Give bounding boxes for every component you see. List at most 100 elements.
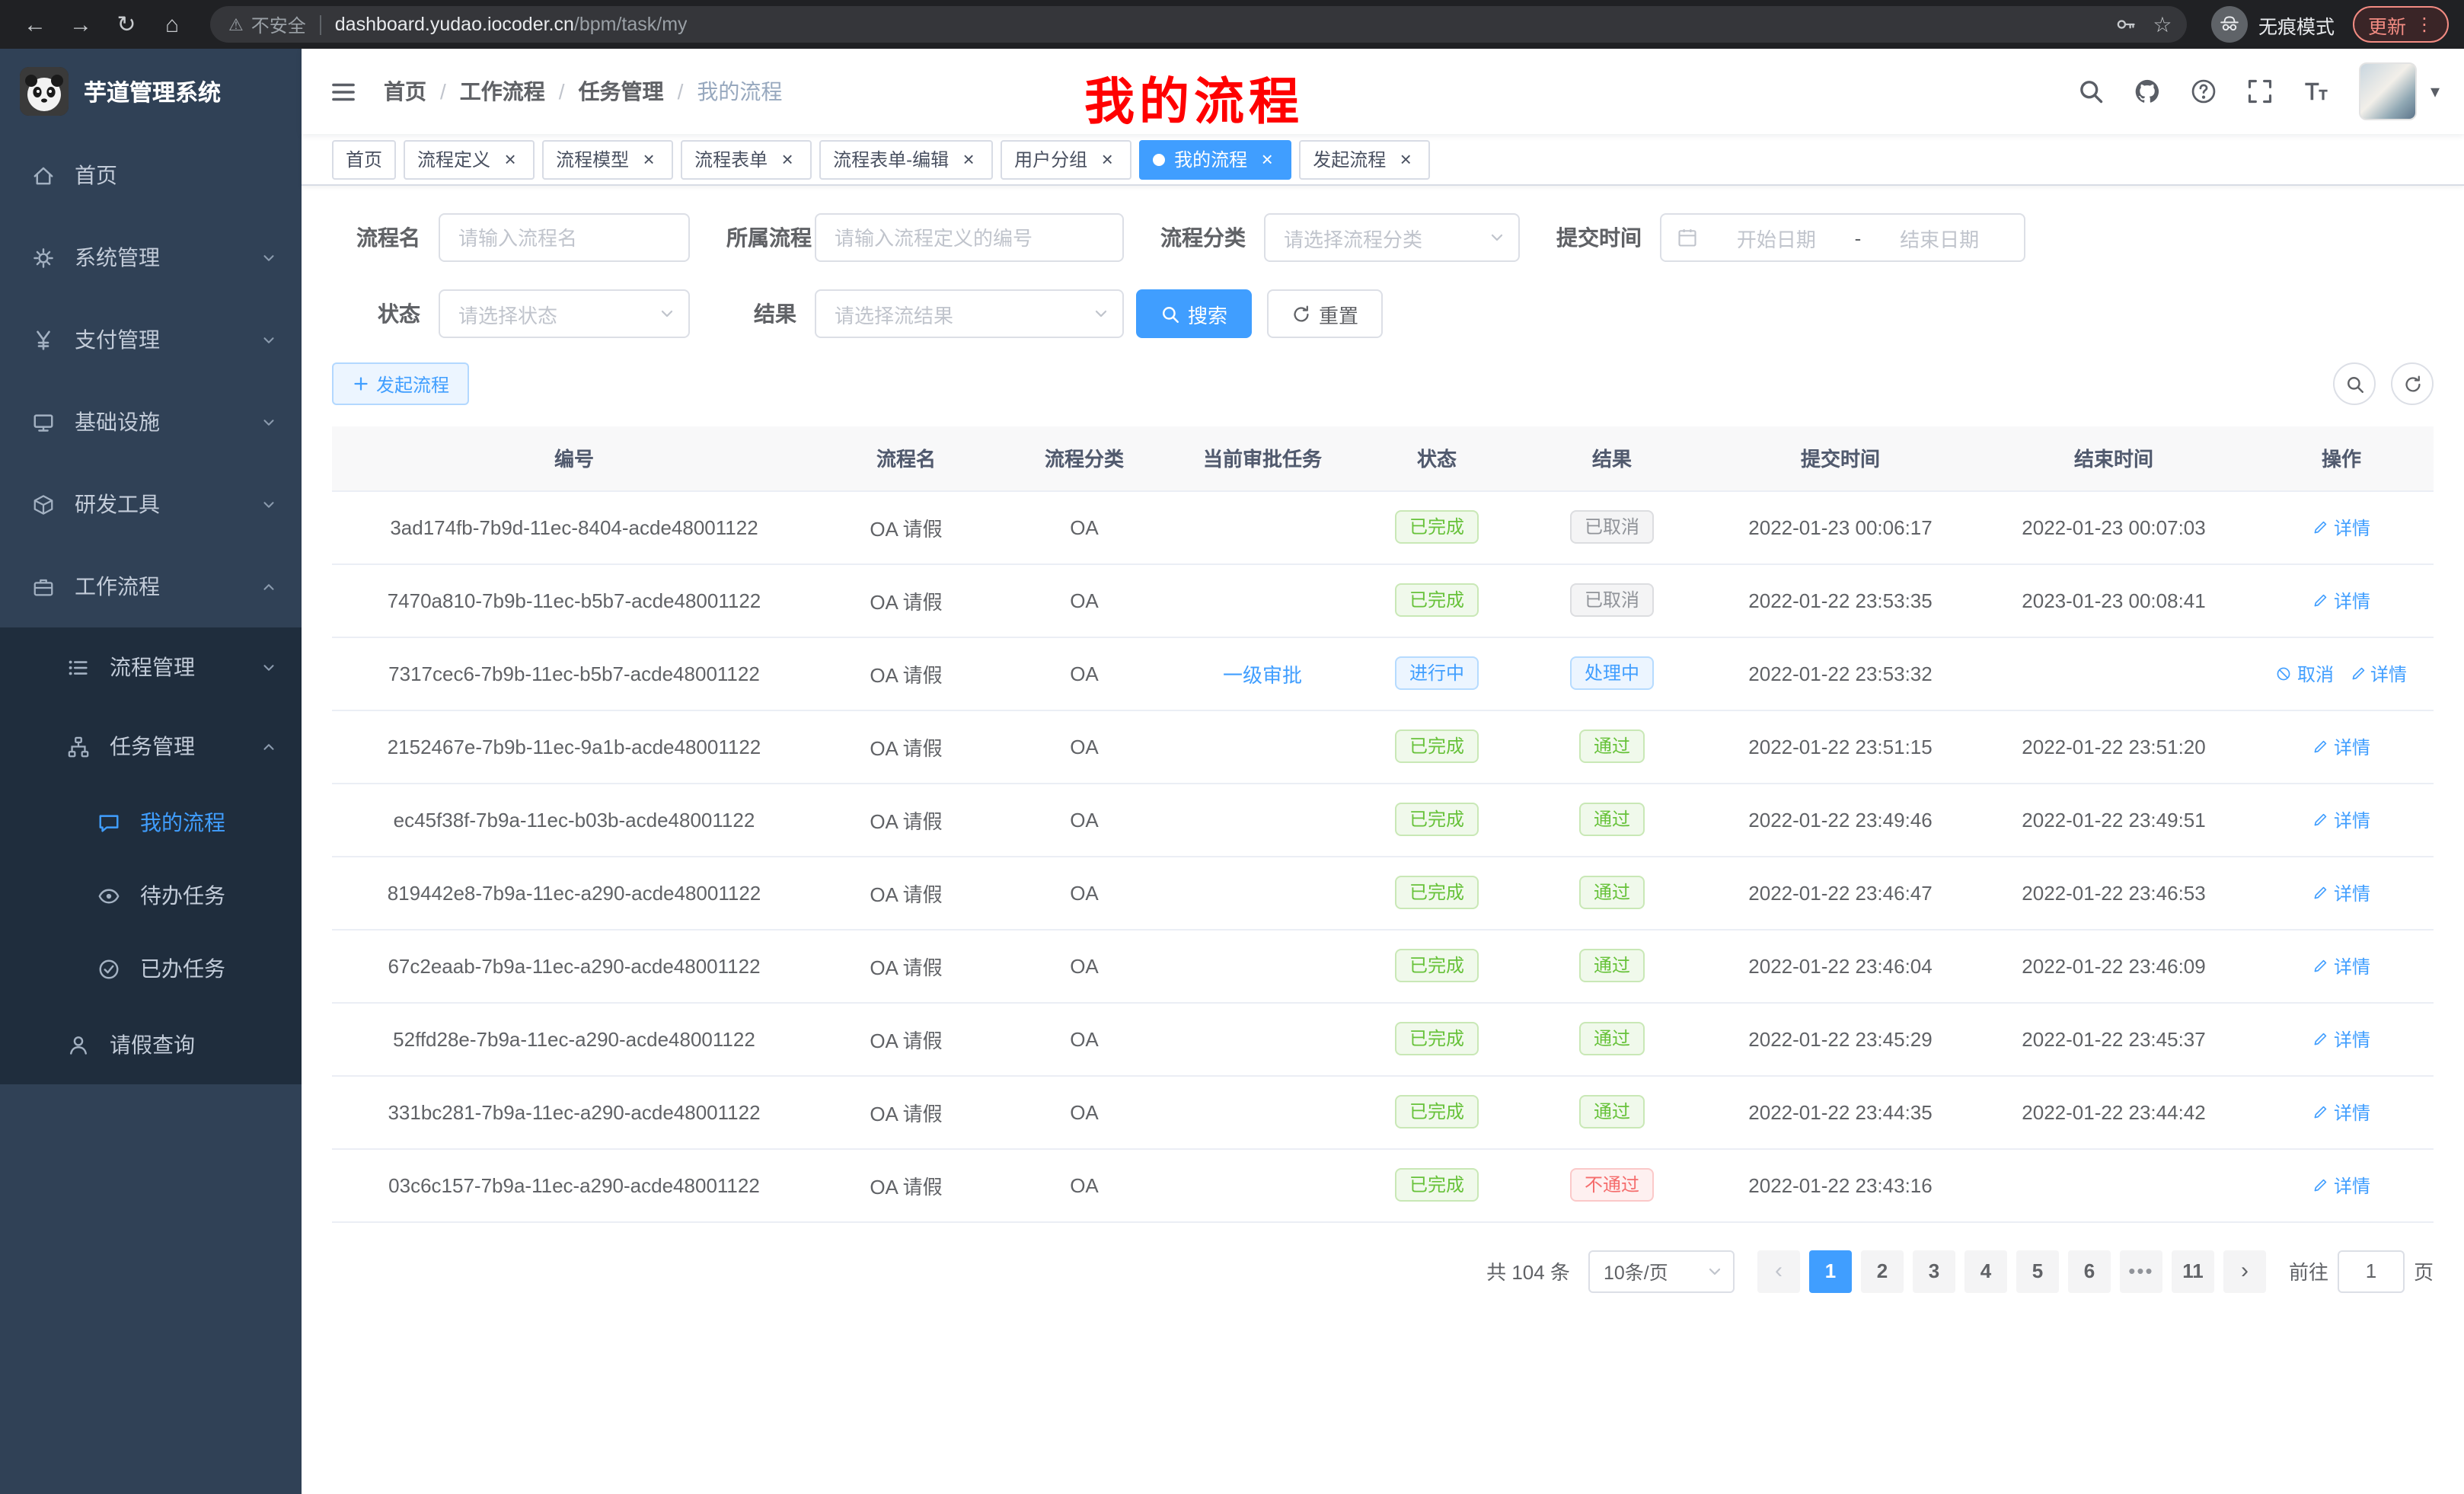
table-row: 67c2eaab-7b9a-11ec-a290-acde48001122OA 请… xyxy=(332,929,2434,1002)
status-badge: 已完成 xyxy=(1396,1095,1478,1128)
status-badge: 已完成 xyxy=(1396,510,1478,544)
page-size-value: 10条/页 xyxy=(1604,1256,1706,1285)
close-icon[interactable]: × xyxy=(1096,148,1118,170)
address-bar[interactable]: ⚠ 不安全 dashboard.yudao.iocoder.cn/bpm/tas… xyxy=(210,6,2187,43)
tab-process-definition[interactable]: 流程定义× xyxy=(404,139,535,179)
cell-actions: 详情 xyxy=(2249,856,2434,929)
help-icon[interactable] xyxy=(2190,78,2217,105)
start-process-button[interactable]: 发起流程 xyxy=(332,362,469,405)
sidebar-menu: 首页系统管理支付管理基础设施研发工具工作流程流程管理任务管理我的流程待办任务已办… xyxy=(0,134,302,1084)
caret-down-icon[interactable]: ▾ xyxy=(2430,81,2440,102)
cell-current-task xyxy=(1173,710,1352,783)
reload-icon[interactable]: ↻ xyxy=(107,5,146,44)
page-size-select[interactable]: 10条/页 xyxy=(1588,1250,1735,1292)
detail-button[interactable]: 详情 xyxy=(2312,1026,2370,1052)
detail-button[interactable]: 详情 xyxy=(2312,953,2370,978)
sidebar-item-leave-query[interactable]: 请假查询 xyxy=(0,1005,302,1084)
header-search-icon[interactable] xyxy=(2077,78,2105,105)
page-button-4[interactable]: 4 xyxy=(1964,1250,2007,1292)
chevron-down-icon xyxy=(1092,305,1110,323)
detail-button[interactable]: 详情 xyxy=(2312,733,2370,759)
back-icon[interactable]: ← xyxy=(15,5,55,44)
sidebar-item-process-mgmt[interactable]: 流程管理 xyxy=(0,627,302,707)
hamburger-icon[interactable] xyxy=(329,77,358,106)
status-select[interactable]: 请选择状态 xyxy=(439,289,690,338)
sidebar-item-infrastructure[interactable]: 基础设施 xyxy=(0,381,302,463)
search-button[interactable]: 搜索 xyxy=(1136,289,1252,338)
page-button-2[interactable]: 2 xyxy=(1861,1250,1904,1292)
next-page-button[interactable]: › xyxy=(2223,1250,2266,1292)
bookmark-star-icon[interactable]: ☆ xyxy=(2144,6,2181,43)
sidebar-item-workflow[interactable]: 工作流程 xyxy=(0,545,302,627)
pagination-more[interactable]: ••• xyxy=(2120,1250,2162,1292)
page-button-11[interactable]: 11 xyxy=(2172,1250,2214,1292)
detail-button[interactable]: 详情 xyxy=(2349,660,2407,686)
cell-category: OA xyxy=(996,637,1173,710)
tab-my-process[interactable]: 我的流程× xyxy=(1139,139,1291,179)
forward-icon[interactable]: → xyxy=(61,5,101,44)
sidebar-item-label: 已办任务 xyxy=(140,953,280,984)
sidebar-item-label: 任务管理 xyxy=(110,731,260,761)
page-button-6[interactable]: 6 xyxy=(2068,1250,2111,1292)
tab-label: 用户分组 xyxy=(1014,146,1087,172)
close-icon[interactable]: × xyxy=(1256,148,1278,170)
page-button-5[interactable]: 5 xyxy=(2016,1250,2059,1292)
toggle-search-button[interactable] xyxy=(2333,362,2376,405)
close-icon[interactable]: × xyxy=(958,148,979,170)
browser-home-icon[interactable]: ⌂ xyxy=(152,5,192,44)
chevron-down-icon xyxy=(260,413,277,430)
browser-update-menu-button[interactable]: 更新 ⋮ xyxy=(2353,6,2449,43)
tab-process-form-edit[interactable]: 流程表单-编辑× xyxy=(819,139,993,179)
sidebar-item-devtools[interactable]: 研发工具 xyxy=(0,463,302,545)
cell-submit-time: 2022-01-22 23:53:32 xyxy=(1703,637,1978,710)
tab-process-model[interactable]: 流程模型× xyxy=(542,139,673,179)
process-name-input[interactable] xyxy=(439,213,690,262)
current-task-link[interactable]: 一级审批 xyxy=(1223,659,1302,688)
close-icon[interactable]: × xyxy=(638,148,659,170)
detail-button[interactable]: 详情 xyxy=(2312,879,2370,905)
result-select[interactable]: 请选择流结果 xyxy=(815,289,1124,338)
prev-page-button[interactable]: ‹ xyxy=(1757,1250,1800,1292)
key-icon[interactable] xyxy=(2108,6,2144,43)
breadcrumb-item[interactable]: 首页 xyxy=(384,76,426,107)
breadcrumb-item[interactable]: 任务管理 xyxy=(579,76,664,107)
submit-time-range-picker[interactable]: 开始日期 - 结束日期 xyxy=(1660,213,2025,262)
sidebar-item-todo-task[interactable]: 待办任务 xyxy=(0,859,302,932)
tab-process-form[interactable]: 流程表单× xyxy=(681,139,812,179)
breadcrumb-item[interactable]: 工作流程 xyxy=(460,76,545,107)
github-icon[interactable] xyxy=(2134,78,2161,105)
process-definition-input[interactable] xyxy=(815,213,1124,262)
detail-button[interactable]: 详情 xyxy=(2312,587,2370,613)
page-button-3[interactable]: 3 xyxy=(1913,1250,1955,1292)
tab-home[interactable]: 首页 xyxy=(332,139,396,179)
tab-user-group[interactable]: 用户分组 × xyxy=(1001,139,1131,179)
sidebar-item-payment[interactable]: 支付管理 xyxy=(0,298,302,381)
eye-icon xyxy=(97,884,120,907)
cancel-button[interactable]: 取消 xyxy=(2276,660,2334,686)
page-button-1[interactable]: 1 xyxy=(1809,1250,1852,1292)
category-select[interactable]: 请选择流程分类 xyxy=(1264,213,1520,262)
detail-button[interactable]: 详情 xyxy=(2312,514,2370,540)
detail-button[interactable]: 详情 xyxy=(2312,806,2370,832)
avatar[interactable] xyxy=(2359,62,2417,120)
sidebar-item-done-task[interactable]: 已办任务 xyxy=(0,932,302,1005)
sidebar-item-my-process[interactable]: 我的流程 xyxy=(0,786,302,859)
tab-start-process[interactable]: 发起流程× xyxy=(1299,139,1430,179)
sidebar-item-system[interactable]: 系统管理 xyxy=(0,216,302,298)
cell-actions: 取消详情 xyxy=(2249,637,2434,710)
font-size-icon[interactable] xyxy=(2303,78,2330,105)
close-icon[interactable]: × xyxy=(500,148,521,170)
reset-button[interactable]: 重置 xyxy=(1267,289,1383,338)
logo[interactable]: 芋道管理系统 xyxy=(0,49,302,134)
close-icon[interactable]: × xyxy=(1395,148,1416,170)
detail-button[interactable]: 详情 xyxy=(2312,1099,2370,1125)
close-icon[interactable]: × xyxy=(777,148,798,170)
cell-id: 67c2eaab-7b9a-11ec-a290-acde48001122 xyxy=(332,929,816,1002)
table-refresh-button[interactable] xyxy=(2391,362,2434,405)
sidebar-item-home[interactable]: 首页 xyxy=(0,134,302,216)
goto-page-input[interactable] xyxy=(2338,1250,2405,1292)
sidebar-item-task-mgmt[interactable]: 任务管理 xyxy=(0,707,302,786)
fullscreen-icon[interactable] xyxy=(2246,78,2274,105)
security-warning-icon[interactable]: ⚠ xyxy=(228,14,244,34)
detail-button[interactable]: 详情 xyxy=(2312,1172,2370,1198)
